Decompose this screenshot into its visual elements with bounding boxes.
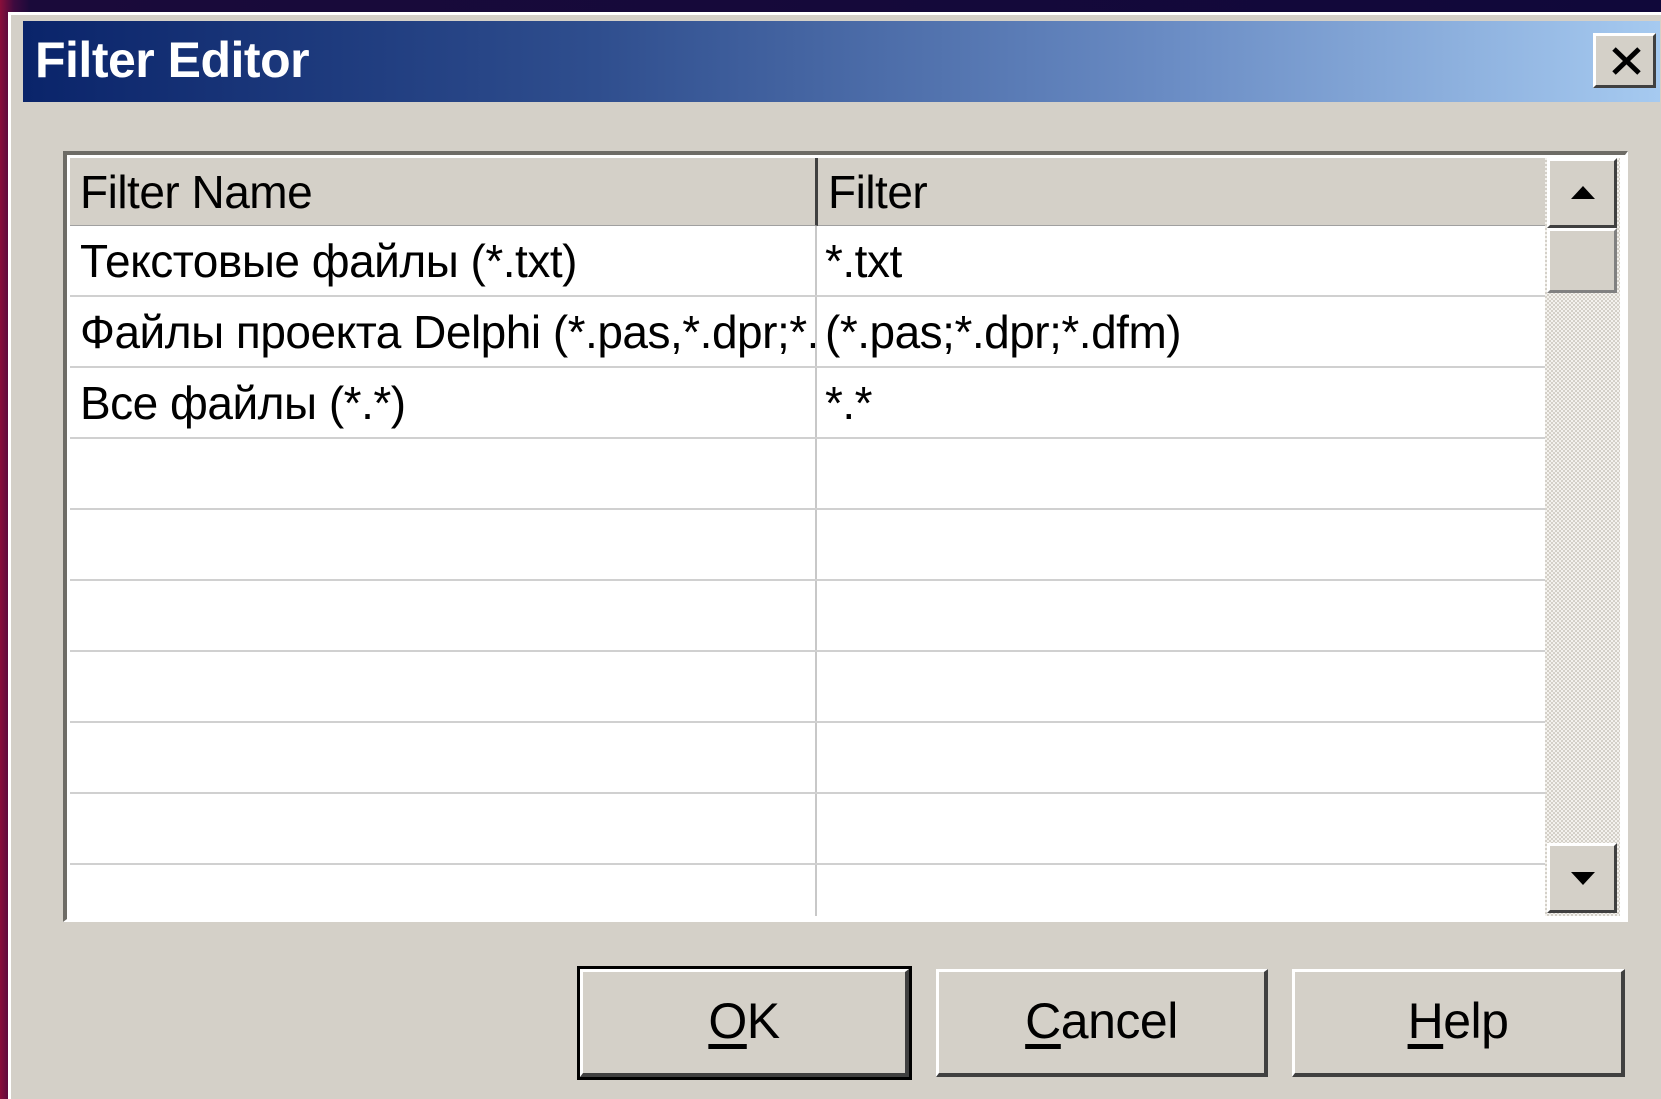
window-title: Filter Editor	[35, 32, 310, 88]
cell-filter-name[interactable]: Все файлы (*.*)	[70, 368, 815, 437]
help-button[interactable]: Help	[1292, 969, 1625, 1077]
table-row[interactable]	[70, 865, 1545, 916]
ok-button-label: OK	[708, 972, 780, 1070]
cell-filter-name[interactable]: Текстовые файлы (*.txt)	[70, 226, 815, 295]
cell-filter[interactable]	[815, 865, 1545, 916]
cell-filter[interactable]: (*.pas;*.dpr;*.dfm)	[815, 297, 1545, 366]
scroll-down-button[interactable]	[1547, 843, 1617, 913]
cell-filter[interactable]: *.txt	[815, 226, 1545, 295]
cell-filter-name[interactable]	[70, 865, 815, 916]
cell-filter-name[interactable]	[70, 723, 815, 792]
table-row[interactable]: Все файлы (*.*) *.*	[70, 368, 1545, 439]
column-header-filter-name[interactable]: Filter Name	[70, 158, 818, 226]
scroll-thumb[interactable]	[1547, 228, 1617, 293]
cell-filter[interactable]	[815, 794, 1545, 863]
table-row[interactable]	[70, 652, 1545, 723]
table-row[interactable]	[70, 794, 1545, 865]
cancel-button-label: Cancel	[1025, 972, 1178, 1070]
grid-body: Filter Name Filter Текстовые файлы (*.tx…	[70, 158, 1545, 916]
cell-filter-name[interactable]	[70, 581, 815, 650]
cell-filter-name[interactable]	[70, 652, 815, 721]
close-button[interactable]	[1593, 33, 1656, 88]
table-row[interactable]	[70, 723, 1545, 794]
cell-filter-name[interactable]	[70, 439, 815, 508]
cell-filter[interactable]	[815, 439, 1545, 508]
ok-label-rest: K	[746, 993, 780, 1049]
cancel-accelerator: C	[1025, 993, 1061, 1049]
ok-button[interactable]: OK	[577, 966, 912, 1080]
title-bar[interactable]: Filter Editor	[23, 21, 1660, 102]
cell-filter[interactable]	[815, 510, 1545, 579]
cell-filter[interactable]	[815, 723, 1545, 792]
help-accelerator: H	[1407, 993, 1444, 1049]
cell-filter-name[interactable]	[70, 794, 815, 863]
cell-filter-name[interactable]	[70, 510, 815, 579]
vertical-scrollbar[interactable]	[1545, 158, 1620, 916]
table-row[interactable]: Текстовые файлы (*.txt) *.txt	[70, 226, 1545, 297]
scroll-up-button[interactable]	[1547, 158, 1617, 228]
cancel-button[interactable]: Cancel	[936, 969, 1268, 1077]
arrow-up-icon	[1571, 186, 1595, 199]
cell-filter[interactable]	[815, 581, 1545, 650]
cancel-label-rest: ancel	[1060, 993, 1179, 1049]
arrow-down-icon	[1571, 872, 1595, 885]
help-label-rest: elp	[1443, 993, 1509, 1049]
table-row[interactable]: Файлы проекта Delphi (*.pas,*.dpr;*.dfm)…	[70, 297, 1545, 368]
cell-filter[interactable]: *.*	[815, 368, 1545, 437]
cell-filter[interactable]	[815, 652, 1545, 721]
cell-filter-name[interactable]: Файлы проекта Delphi (*.pas,*.dpr;*.dfm)	[70, 297, 815, 366]
table-row[interactable]	[70, 510, 1545, 581]
help-button-label: Help	[1408, 972, 1509, 1070]
filter-editor-dialog: Filter Editor Filter Name Filter Текстов…	[8, 12, 1661, 1099]
table-row[interactable]	[70, 439, 1545, 510]
close-icon	[1612, 47, 1641, 75]
column-header-filter[interactable]: Filter	[818, 158, 1545, 226]
ok-accelerator: O	[708, 993, 747, 1049]
filter-grid[interactable]: Filter Name Filter Текстовые файлы (*.tx…	[63, 151, 1628, 922]
table-row[interactable]	[70, 581, 1545, 652]
